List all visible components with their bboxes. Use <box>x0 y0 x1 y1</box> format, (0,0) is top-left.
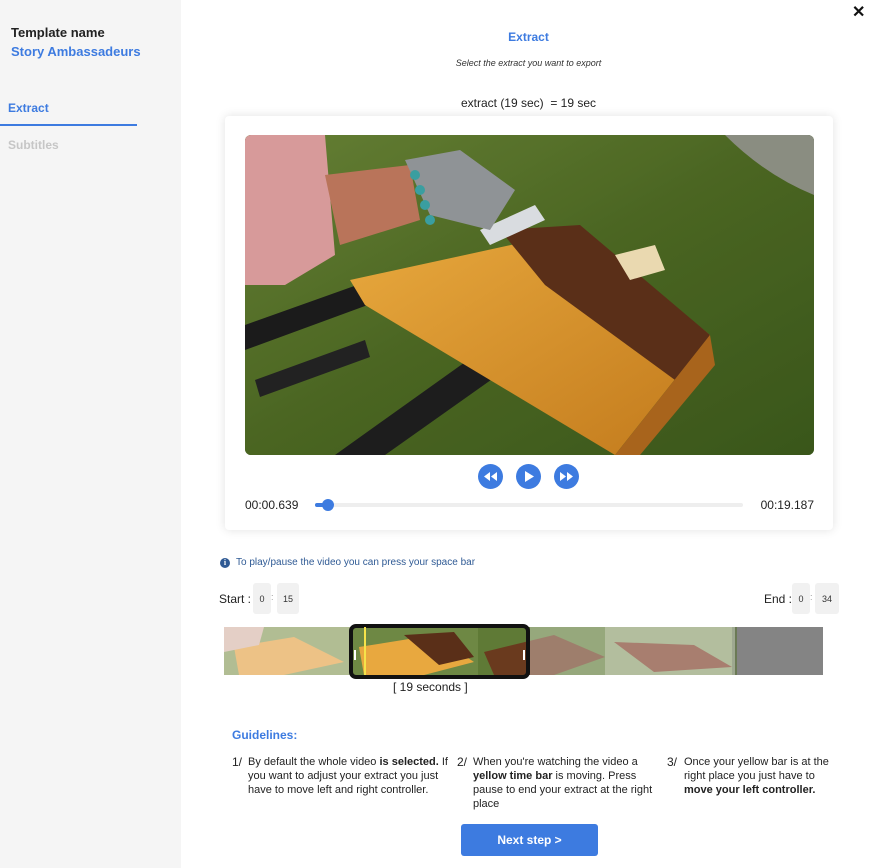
sidebar-tab-extract[interactable]: Extract <box>8 101 49 115</box>
start-separator: : <box>271 592 274 602</box>
guideline-2-pre: When you're watching the video a <box>473 756 638 768</box>
progress-knob[interactable] <box>321 499 334 511</box>
end-separator: : <box>810 592 813 602</box>
video-frame[interactable] <box>245 135 814 455</box>
fast-forward-button[interactable] <box>554 464 579 489</box>
page-title: Extract <box>508 30 549 44</box>
start-minutes-input[interactable]: 0 <box>253 583 271 614</box>
active-tab-underline <box>0 124 137 126</box>
guideline-3-pre: Once your yellow bar is at the right pla… <box>684 756 829 782</box>
template-name-value: Story Ambassadeurs <box>11 44 141 59</box>
end-label: End : <box>764 592 793 606</box>
close-icon[interactable]: ✕ <box>852 5 865 21</box>
video-scene-image <box>245 135 814 455</box>
sidebar: Template name Story Ambassadeurs Extract… <box>0 0 181 868</box>
end-minutes-input[interactable]: 0 <box>792 583 810 614</box>
extract-selector[interactable] <box>349 624 530 679</box>
timeline-dim-right <box>530 627 735 675</box>
next-step-button[interactable]: Next step > <box>461 824 598 856</box>
right-controller-handle[interactable] <box>523 650 525 660</box>
guideline-1-number: 1/ <box>232 755 243 769</box>
space-bar-tip-text: To play/pause the video you can press yo… <box>236 557 476 568</box>
fast-forward-icon <box>560 472 573 481</box>
guideline-1-bold: is selected. <box>379 756 439 768</box>
guideline-2-bold: yellow time bar <box>473 770 553 782</box>
yellow-time-bar <box>364 627 366 675</box>
start-seconds-input[interactable]: 15 <box>277 583 299 614</box>
rewind-icon <box>484 472 497 481</box>
space-bar-tip: i To play/pause the video you can press … <box>220 557 475 568</box>
left-controller-handle[interactable] <box>354 650 356 660</box>
sidebar-tab-subtitles[interactable]: Subtitles <box>8 138 59 152</box>
total-time: 00:19.187 <box>760 498 814 512</box>
selection-duration-label: [ 19 seconds ] <box>393 680 468 694</box>
timeline-dim-left <box>224 627 351 675</box>
page-subtitle: Select the extract you want to export <box>455 58 602 68</box>
progress-bar[interactable] <box>315 499 743 511</box>
current-time: 00:00.639 <box>245 498 299 512</box>
info-icon: i <box>220 557 230 568</box>
guideline-1-text: By default the whole video is selected. … <box>248 755 458 797</box>
guidelines-title: Guidelines: <box>232 728 298 742</box>
play-icon <box>524 471 534 482</box>
guideline-1-pre: By default the whole video <box>248 756 380 768</box>
guideline-2-text: When you're watching the video a yellow … <box>473 755 665 811</box>
video-player-card: 00:00.639 00:19.187 <box>225 116 833 530</box>
play-button[interactable] <box>516 464 541 489</box>
start-label: Start : <box>219 592 252 606</box>
end-seconds-input[interactable]: 34 <box>815 583 839 614</box>
extract-duration: extract (19 sec) = 19 sec <box>460 96 597 110</box>
rewind-button[interactable] <box>478 464 503 489</box>
guideline-3-text: Once your yellow bar is at the right pla… <box>684 755 834 797</box>
template-name-label: Template name <box>11 25 105 40</box>
guideline-2-number: 2/ <box>457 755 468 769</box>
guideline-3-number: 3/ <box>667 755 678 769</box>
guideline-3-bold: move your left controller. <box>684 784 816 796</box>
